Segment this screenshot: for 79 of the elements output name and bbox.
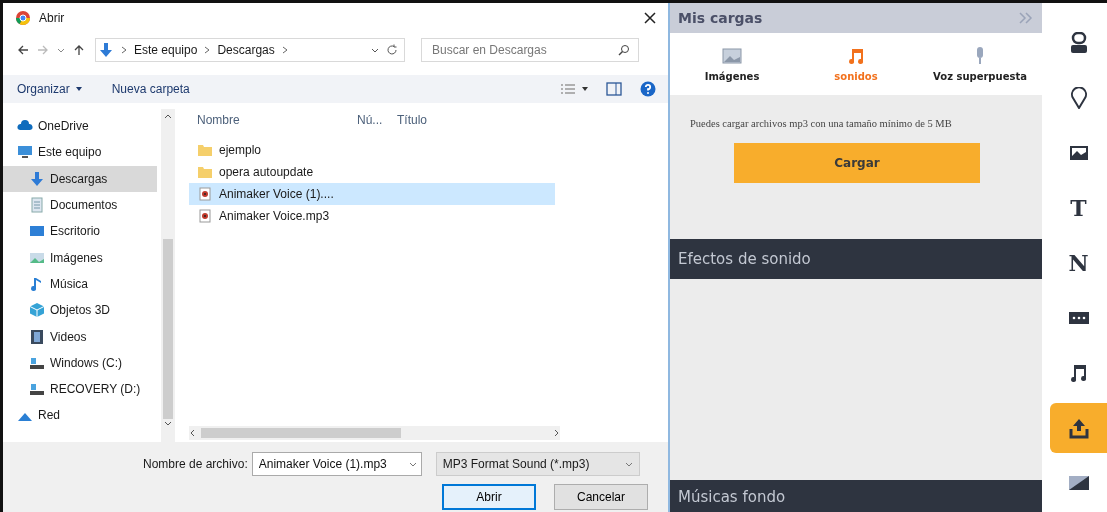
nav-item[interactable]: Documentos (3, 191, 157, 219)
file-name-label: Nombre de archivo: (143, 457, 248, 471)
scrollbar-thumb[interactable] (201, 428, 401, 438)
section-header[interactable]: Músicas fondo (670, 480, 1042, 512)
chevron-down-icon (624, 460, 633, 468)
chevron-right-icon (281, 46, 288, 54)
drive-icon (29, 381, 45, 398)
search-icon (618, 44, 630, 56)
help-icon[interactable] (640, 81, 656, 97)
upload-note: Puedes cargar archivos mp3 con una tamaño mínimo de 5 MB (690, 117, 952, 131)
preview-pane-icon[interactable] (606, 81, 622, 97)
audio-file-icon (197, 186, 213, 202)
chevron-right-icon (204, 46, 211, 54)
scroll-left-icon[interactable] (189, 429, 197, 437)
nav-item[interactable]: Objetos 3D (3, 297, 157, 324)
image-icon (722, 46, 742, 65)
breadcrumb[interactable]: Este equipo (134, 43, 198, 57)
cube-icon (29, 302, 45, 319)
nav-item[interactable]: Este equipo (3, 139, 157, 166)
open-button[interactable]: Abrir (442, 484, 536, 510)
column-header[interactable]: Nú... (357, 113, 397, 127)
download-arrow-icon (29, 170, 45, 187)
cancel-button[interactable]: Cancelar (554, 484, 648, 510)
address-bar[interactable]: Este equipo Descargas (95, 38, 405, 62)
file-row[interactable]: ejemplo (189, 139, 555, 161)
browser-logo-icon (15, 10, 31, 26)
file-row[interactable]: Animaker Voice (1).... (189, 183, 555, 205)
file-row[interactable]: Animaker Voice.mp3 (189, 205, 555, 227)
column-header[interactable]: Título (397, 113, 427, 127)
file-type-dropdown[interactable]: MP3 Format Sound (*.mp3) (435, 452, 640, 476)
window-title: Abrir (39, 11, 65, 25)
folder-icon (197, 142, 213, 158)
audio-file-icon (197, 208, 213, 224)
text-tool[interactable]: T (1050, 183, 1107, 233)
chevron-down-icon (408, 460, 417, 468)
upload-button[interactable]: Cargar (734, 142, 980, 183)
nav-item[interactable]: Imágenes (3, 244, 157, 271)
nav-item[interactable]: RECOVERY (D:) (3, 375, 157, 403)
film-icon (29, 328, 45, 345)
nav-item[interactable]: Videos (3, 323, 157, 350)
chevron-right-icon (121, 46, 127, 54)
close-icon[interactable] (644, 12, 656, 24)
back-arrow-icon[interactable] (17, 44, 29, 56)
caret-icon[interactable] (582, 85, 588, 93)
chevron-down-icon[interactable] (57, 46, 65, 54)
scroll-down-icon[interactable] (164, 419, 172, 427)
file-name-input[interactable]: Animaker Voice (1).mp3 (256, 456, 409, 472)
upload-tool-icon[interactable] (1050, 403, 1107, 453)
file-row[interactable]: opera autoupdate (189, 161, 555, 183)
scrollbar-thumb[interactable] (163, 239, 173, 419)
nav-item[interactable]: Escritorio (3, 218, 157, 245)
organize-button[interactable]: Organizar (17, 80, 70, 98)
search-input[interactable]: Buscar en Descargas (430, 42, 618, 58)
text-tool[interactable]: N (1050, 238, 1107, 288)
nav-item[interactable]: Descargas (3, 165, 157, 192)
nav-item[interactable]: Windows (C:) (3, 349, 157, 376)
section-header[interactable]: Efectos de sonido (670, 239, 1042, 279)
computer-icon (17, 144, 33, 161)
download-arrow-icon (98, 42, 114, 58)
file-name-field[interactable]: Animaker Voice (1).mp3 (251, 452, 422, 476)
chevron-down-icon[interactable] (371, 46, 379, 54)
column-header[interactable]: Nombre (189, 113, 357, 127)
upload-tab[interactable]: Imágenes (670, 33, 794, 95)
scroll-right-icon[interactable] (552, 429, 560, 437)
nav-item[interactable]: OneDrive (3, 113, 157, 140)
folder-icon (197, 164, 213, 180)
up-arrow-icon[interactable] (73, 44, 85, 56)
refresh-icon[interactable] (386, 44, 398, 56)
upload-tab[interactable]: Voz superpuesta (918, 33, 1042, 95)
breadcrumb[interactable]: Descargas (217, 43, 275, 57)
nav-item[interactable]: Red (3, 402, 157, 429)
scroll-up-icon[interactable] (164, 113, 172, 121)
search-field[interactable]: Buscar en Descargas (421, 38, 639, 62)
panel-title: Mis cargas (678, 10, 763, 26)
caret-icon (75, 87, 82, 91)
music-note-icon (846, 46, 866, 65)
nav-item[interactable]: Música (3, 270, 157, 298)
new-folder-button[interactable]: Nueva carpeta (111, 80, 190, 98)
document-icon (29, 197, 45, 214)
